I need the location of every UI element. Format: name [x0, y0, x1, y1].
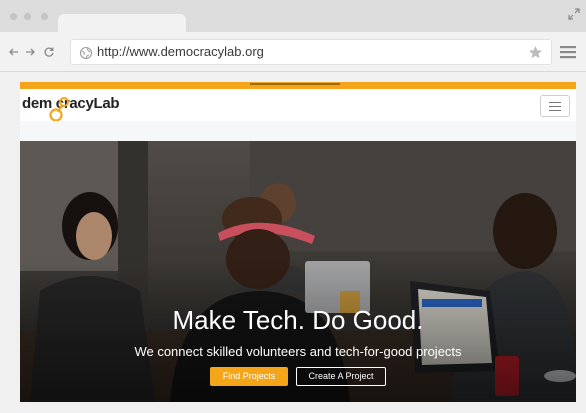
window-minimize-dot[interactable]: [24, 13, 31, 20]
reload-icon[interactable]: [43, 45, 55, 59]
globe-icon: [79, 46, 93, 60]
hero-banner: Make Tech. Do Good. We connect skilled v…: [20, 141, 576, 402]
hero-title: Make Tech. Do Good.: [172, 305, 424, 335]
window-maximize-dot[interactable]: [41, 13, 48, 20]
website: dem cracyLab Make Tech. Do Good. We conn…: [20, 82, 576, 402]
democracylab-logo[interactable]: dem cracyLab: [22, 93, 132, 123]
site-navbar: dem cracyLab: [20, 89, 576, 123]
create-project-button[interactable]: Create A Project: [296, 367, 386, 386]
arrow-right-icon[interactable]: [24, 45, 36, 59]
hero-subtitle: We connect skilled volunteers and tech-f…: [134, 344, 462, 359]
address-bar[interactable]: http://www.democracylab.org: [70, 39, 552, 65]
announcement-strip: [20, 82, 576, 89]
page-viewport: dem cracyLab Make Tech. Do Good. We conn…: [0, 72, 586, 413]
window-close-dot[interactable]: [10, 13, 17, 20]
browser-window: http://www.democracylab.org dem cracyLab: [0, 0, 586, 413]
site-menu-toggle[interactable]: [540, 95, 570, 117]
url-text[interactable]: http://www.democracylab.org: [97, 44, 264, 59]
star-icon[interactable]: [528, 45, 543, 60]
header-subband: [20, 121, 576, 141]
find-projects-button[interactable]: Find Projects: [210, 367, 288, 386]
browser-tab[interactable]: [58, 14, 186, 34]
tab-strip: [0, 0, 586, 34]
arrow-left-icon[interactable]: [8, 45, 20, 59]
hero-photo: [20, 141, 576, 402]
expand-icon[interactable]: [568, 8, 580, 20]
announcement-link[interactable]: [250, 83, 340, 85]
hamburger-menu-icon[interactable]: [560, 45, 576, 59]
browser-toolbar: http://www.democracylab.org: [0, 32, 586, 72]
